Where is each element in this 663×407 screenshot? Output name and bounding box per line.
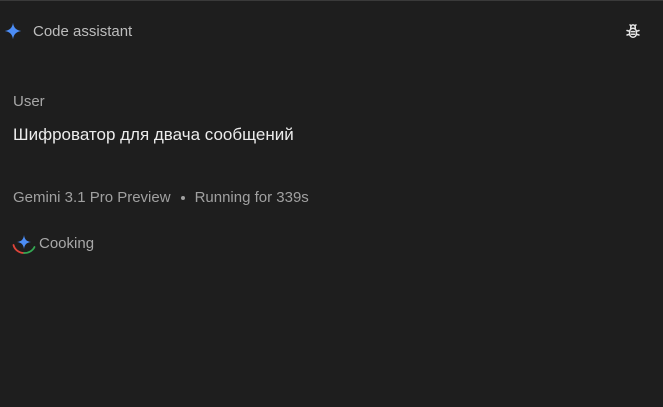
progress-indicator: Cooking (11, 232, 94, 256)
bug-icon (626, 24, 640, 38)
running-time: Running for 339s (194, 189, 309, 206)
gemini-spinner-icon (12, 235, 36, 254)
run-status: Gemini 3.1 Pro Preview Running for 339s (13, 189, 309, 207)
debug-button[interactable] (622, 21, 644, 43)
message-role-label: User (13, 93, 45, 110)
user-message: Шифроватор для двача сообщений (13, 125, 294, 144)
code-assistant-panel: Code assistant User Шифроватор для двача… (0, 0, 663, 407)
progress-label: Cooking (39, 235, 95, 252)
sparkle-icon (4, 22, 22, 40)
panel-header: Code assistant (0, 1, 663, 63)
model-name: Gemini 3.1 Pro Preview (13, 189, 171, 206)
separator-dot (180, 196, 185, 200)
panel-title: Code assistant (33, 23, 133, 40)
